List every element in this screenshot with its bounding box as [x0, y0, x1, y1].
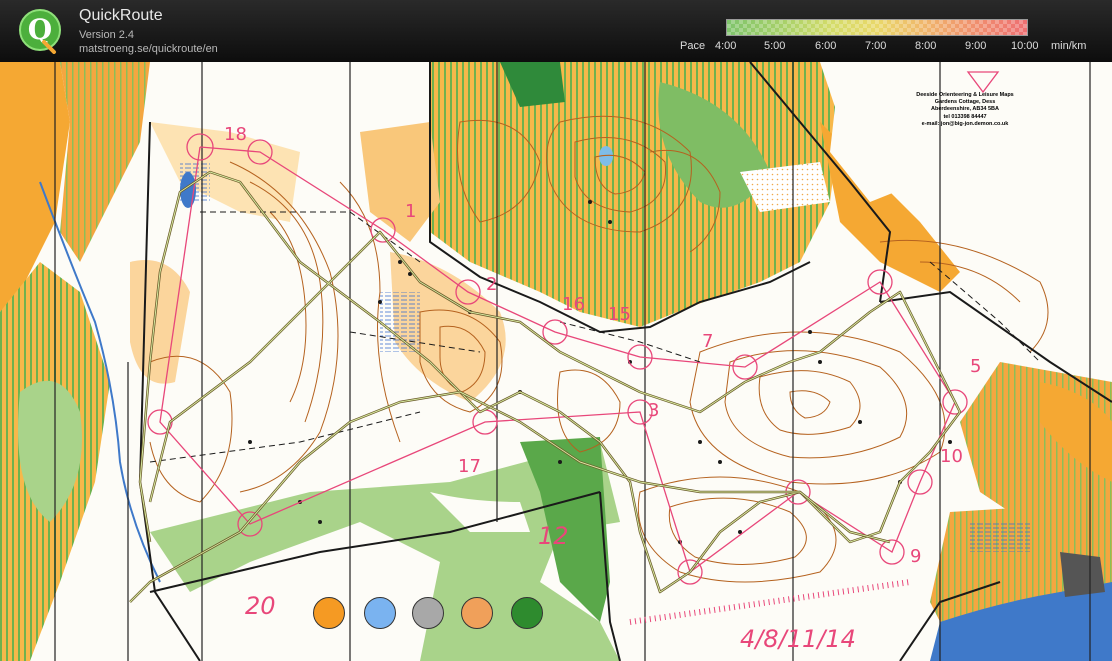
control-number: 9 [910, 546, 921, 567]
control-number: 10 [940, 446, 963, 467]
publisher-line: Aberdeenshire, AB34 5BA [931, 106, 999, 113]
pace-label: Pace [680, 40, 706, 52]
pace-color-scale [726, 19, 1028, 36]
pace-tick: 6:00 [815, 40, 837, 52]
handwritten-number: 20 [245, 592, 276, 620]
control-number: 17 [458, 456, 481, 477]
control-number: 18 [224, 124, 247, 145]
marsh [380, 292, 420, 352]
app-version: Version 2.4 [79, 29, 135, 41]
svg-text:Q: Q [28, 13, 52, 46]
pace-tick: 4:00 [715, 40, 737, 52]
color-button-orange[interactable] [313, 597, 345, 629]
control-number: 5 [970, 356, 981, 377]
publisher-info: Deeside Orienteering & Leisure Maps Gard… [916, 92, 1014, 127]
app-header: Q QuickRoute Version 2.4 matstroeng.se/q… [0, 0, 1112, 62]
building [1060, 552, 1105, 597]
pace-tick: 5:00 [764, 40, 786, 52]
handwritten-number: 12 [538, 522, 569, 550]
publisher-line: Gardens Cottage, Dess [934, 99, 996, 106]
pace-tick: 10:00 [1011, 40, 1039, 52]
publisher-line: e-mail: jon@big-jon.demon.co.uk [921, 120, 1009, 127]
control-number: 1 [405, 201, 416, 222]
quickroute-logo: Q [19, 9, 61, 54]
publisher-line: Deeside Orienteering & Leisure Maps [916, 92, 1014, 98]
control-number: 16 [562, 294, 585, 315]
publisher-line: tel 013398 84447 [943, 113, 987, 120]
color-button-gray[interactable] [412, 597, 444, 629]
pace-tick: 7:00 [865, 40, 887, 52]
pace-tick: 8:00 [915, 40, 937, 52]
pace-tick: 9:00 [965, 40, 987, 52]
control-number: 7 [702, 331, 713, 352]
control-number: 2 [486, 274, 497, 295]
app-title: QuickRoute [79, 7, 163, 24]
handwritten-date: 4/8/11/14 [740, 625, 856, 653]
control-number: 15 [608, 304, 631, 325]
marsh [970, 522, 1030, 552]
color-button-light-orange[interactable] [461, 597, 493, 629]
pace-unit: min/km [1051, 40, 1087, 52]
control-number: 3 [648, 400, 659, 421]
app-url: matstroeng.se/quickroute/en [79, 43, 218, 55]
color-button-green[interactable] [511, 597, 543, 629]
color-button-blue[interactable] [364, 597, 396, 629]
orienteering-map[interactable]: Deeside Orienteering & Leisure Maps Gard… [0, 62, 1112, 661]
